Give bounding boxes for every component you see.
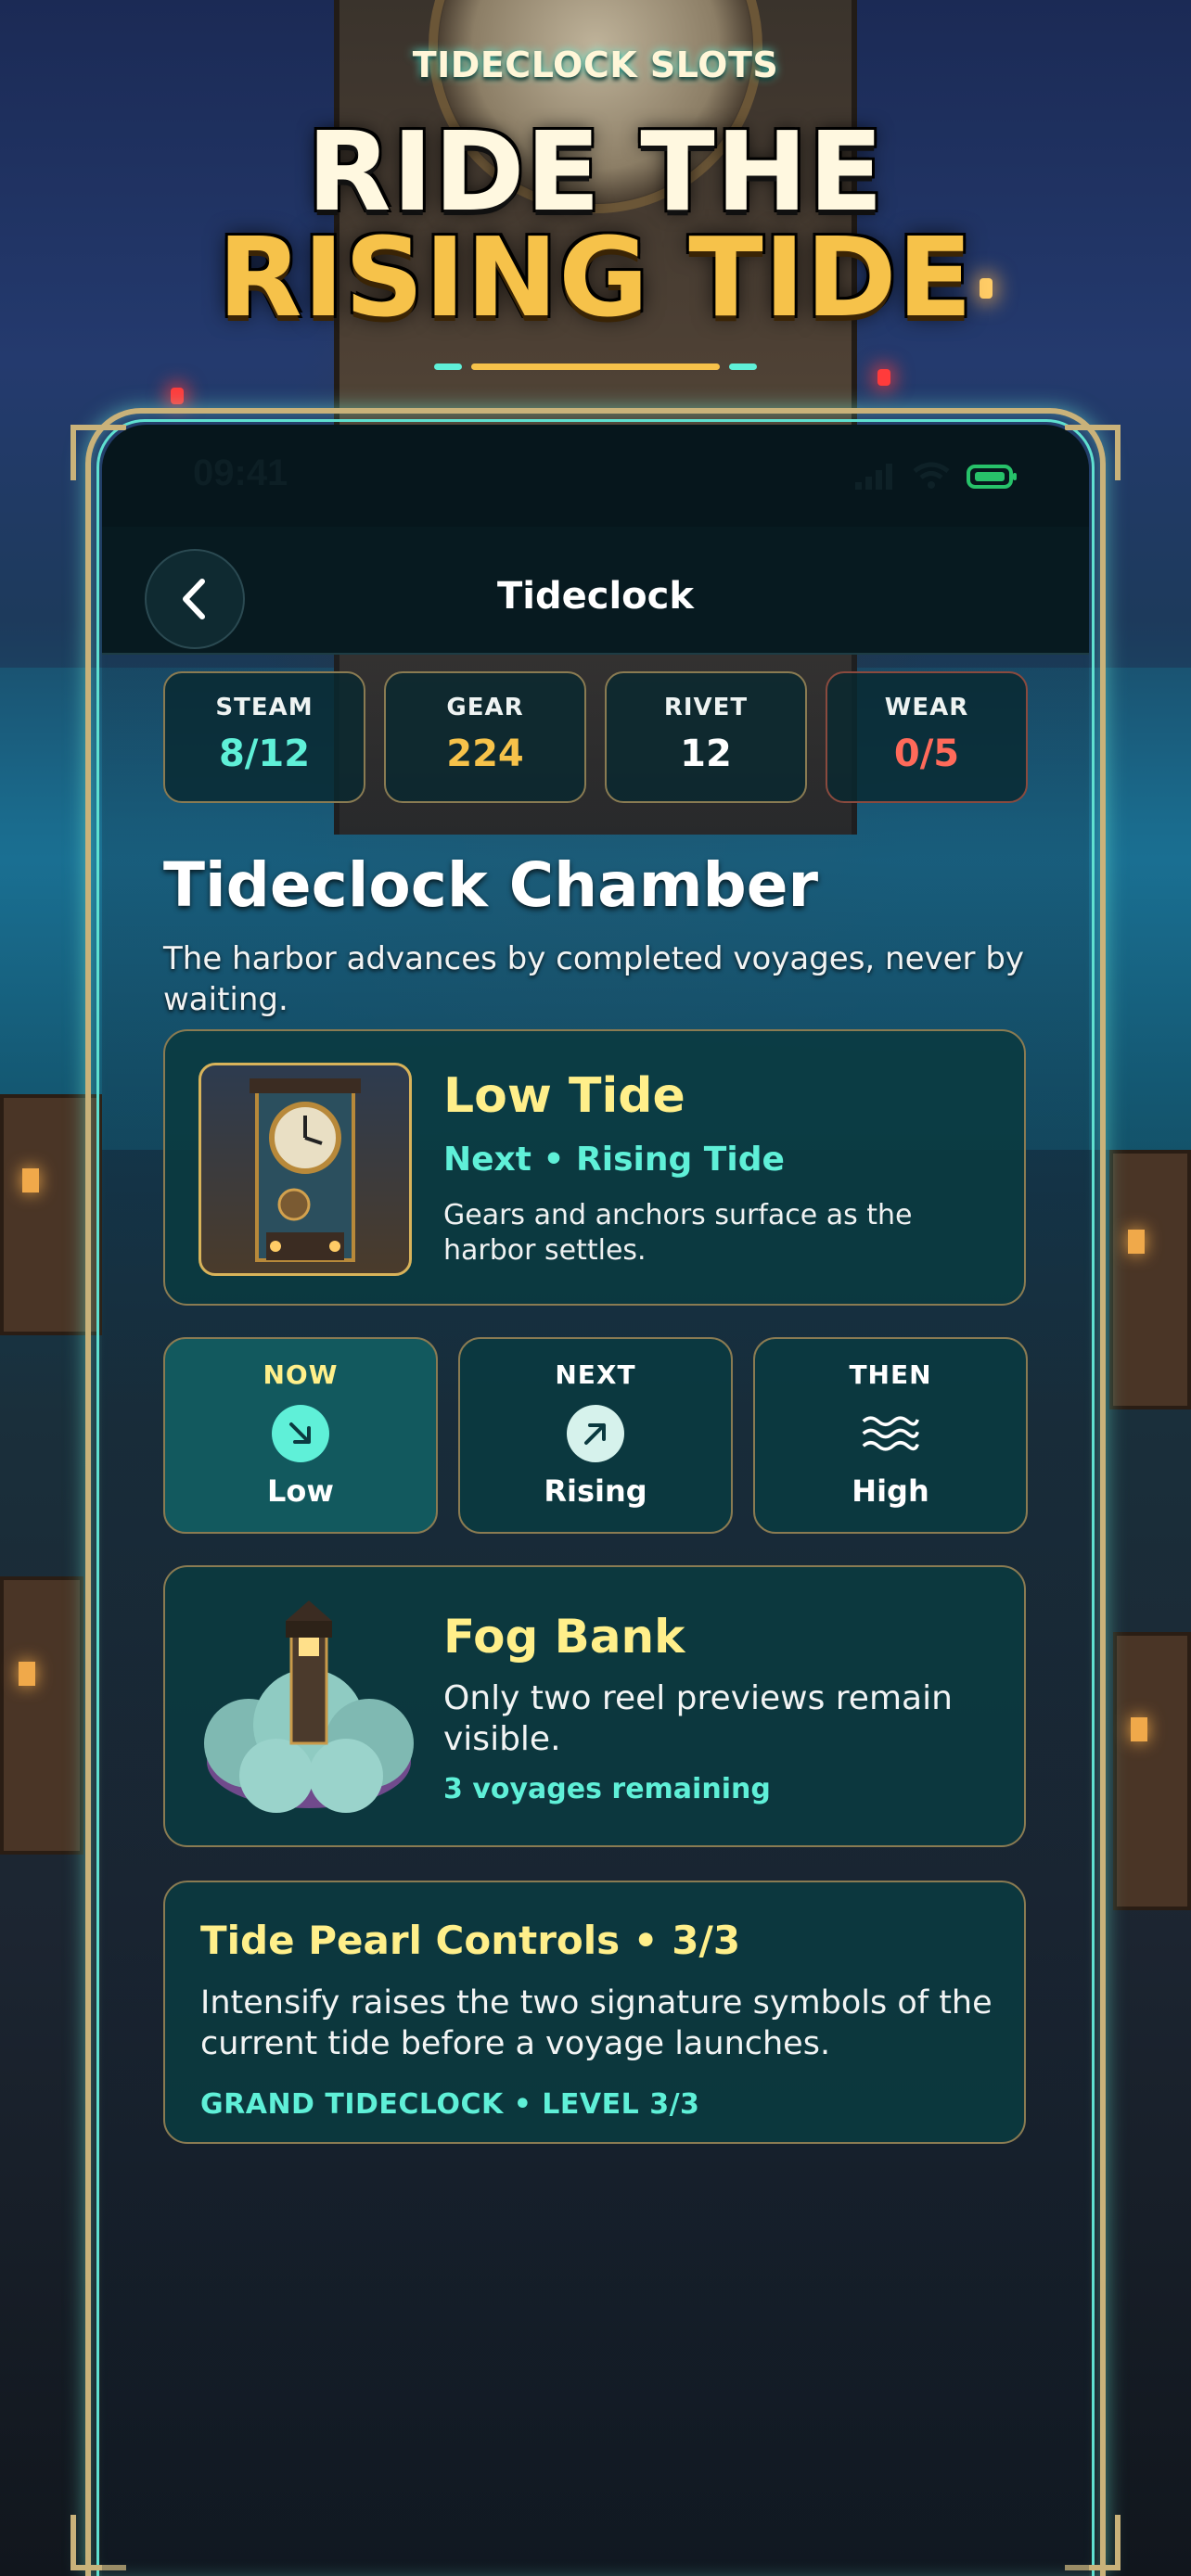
tide-name: Low Tide (443, 1068, 685, 1124)
resource-stats: STEAM 8/12 GEAR 224 RIVET 12 WEAR 0/5 (163, 671, 1028, 803)
title-underline (471, 363, 720, 370)
waves-icon (862, 1405, 919, 1462)
harbor-house (0, 1576, 83, 1855)
controls-title: Tide Pearl Controls • 3/3 (200, 1918, 741, 1963)
wifi-icon (913, 462, 950, 489)
effect-description: Only two reel previews remain visible. (443, 1679, 953, 1758)
phase-name: High (852, 1473, 929, 1509)
stat-value: 8/12 (218, 733, 311, 775)
phone-screen: 09:41 Tideclock STEAM 8/12 GEAR 224 RIVE… (102, 425, 1089, 2576)
status-bar: 09:41 (102, 425, 1089, 527)
title-underline-left (434, 363, 462, 370)
fog-lighthouse-image (204, 1600, 414, 1813)
stat-label: RIVET (663, 694, 749, 721)
nav-bar: Tideclock (102, 527, 1089, 655)
stat-gear: GEAR 224 (384, 671, 586, 803)
tide-description: Gears and anchors surface as the harbor … (443, 1199, 913, 1267)
red-beacon (877, 369, 890, 386)
controls-level: GRAND TIDECLOCK • LEVEL 3/3 (200, 2088, 700, 2121)
tide-phases: NOW Low NEXT Rising THEN High (163, 1337, 1028, 1534)
chamber-title: Tideclock Chamber (163, 849, 819, 921)
brand-title: TIDECLOCK SLOTS (412, 45, 779, 85)
stat-value: 12 (680, 733, 732, 775)
phase-name: Low (267, 1473, 334, 1509)
clock-tower-image (198, 1063, 412, 1276)
stat-label: WEAR (884, 694, 969, 721)
nav-title: Tideclock (497, 575, 694, 618)
phase-now[interactable]: NOW Low (163, 1337, 438, 1534)
phase-then[interactable]: THEN High (753, 1337, 1028, 1534)
fog-bank-card[interactable]: Fog Bank Only two reel previews remain v… (163, 1565, 1026, 1847)
stat-label: STEAM (215, 694, 314, 721)
battery-icon (967, 465, 1017, 489)
stat-value: 224 (446, 733, 524, 775)
chamber-subtitle: The harbor advances by completed voyages… (163, 940, 1025, 1018)
red-beacon (171, 388, 184, 404)
status-icons (855, 462, 1018, 490)
phase-label: NOW (263, 1359, 339, 1390)
stat-label: GEAR (446, 694, 524, 721)
effect-name: Fog Bank (443, 1610, 685, 1664)
status-time: 09:41 (193, 453, 288, 493)
harbor-house (1113, 1632, 1191, 1910)
stat-steam: STEAM 8/12 (163, 671, 365, 803)
signal-icon (855, 464, 892, 490)
arrow-down-right-icon (272, 1405, 329, 1462)
phase-name: Rising (544, 1473, 647, 1509)
stat-rivet: RIVET 12 (605, 671, 807, 803)
arrow-up-right-icon (567, 1405, 624, 1462)
stat-wear: WEAR 0/5 (826, 671, 1028, 803)
phase-label: THEN (849, 1359, 932, 1390)
title-underline-right (729, 363, 757, 370)
harbor-house (1109, 1150, 1191, 1409)
phase-label: NEXT (555, 1359, 636, 1390)
headline-line-2: RISING TIDE (217, 213, 974, 341)
tide-pearl-controls-card[interactable]: Tide Pearl Controls • 3/3 Intensify rais… (163, 1881, 1026, 2144)
phase-next[interactable]: NEXT Rising (458, 1337, 733, 1534)
effect-remaining: 3 voyages remaining (443, 1773, 771, 1805)
current-tide-card[interactable]: Low Tide Next • Rising Tide Gears and an… (163, 1029, 1026, 1306)
stat-value: 0/5 (893, 733, 960, 775)
controls-description: Intensify raises the two signature symbo… (200, 1984, 992, 2062)
tide-next: Next • Rising Tide (443, 1141, 785, 1179)
